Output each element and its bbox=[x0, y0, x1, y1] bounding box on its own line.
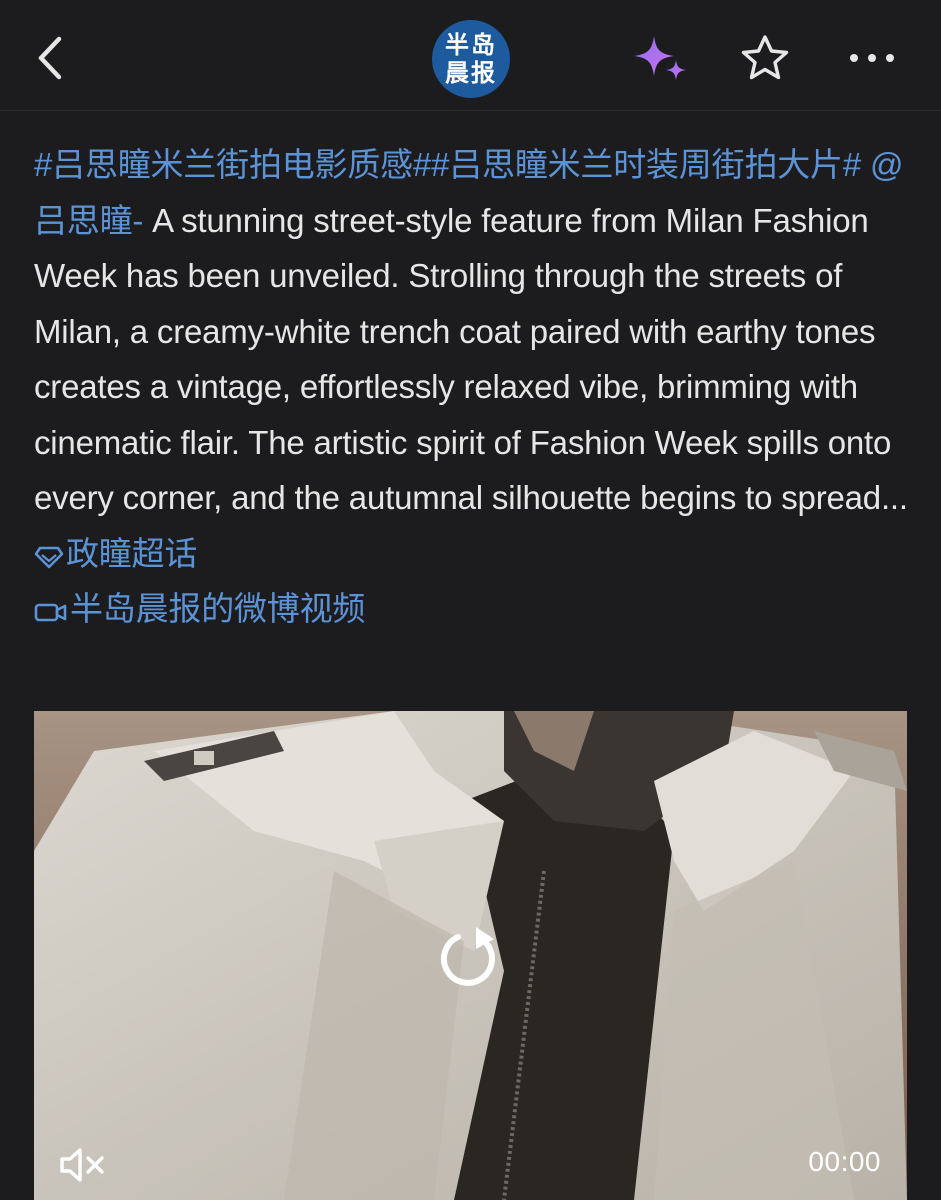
favorite-button[interactable] bbox=[736, 30, 794, 86]
hashtag-link[interactable]: #吕思瞳米兰时装周街拍大片# bbox=[431, 146, 861, 183]
replay-button[interactable] bbox=[434, 919, 506, 995]
super-topic-link[interactable]: 政瞳超话 bbox=[34, 535, 197, 572]
logo-text: 半岛晨报 bbox=[445, 30, 497, 87]
weibo-video-label: 半岛晨报的微博视频 bbox=[70, 590, 366, 627]
weibo-video-link[interactable]: 半岛晨报的微博视频 bbox=[34, 590, 365, 627]
video-player[interactable]: 00:00 bbox=[34, 711, 907, 1200]
super-topic-label: 政瞳超话 bbox=[66, 534, 198, 572]
muted-speaker-icon bbox=[60, 1148, 104, 1182]
hashtag-link[interactable]: #吕思瞳米兰街拍电影质感# bbox=[34, 146, 431, 183]
publisher-logo[interactable]: 半岛晨报 bbox=[432, 20, 510, 98]
more-dots-icon bbox=[850, 54, 894, 62]
video-camera-icon bbox=[34, 603, 67, 622]
replay-icon bbox=[440, 927, 495, 986]
video-timestamp: 00:00 bbox=[808, 1146, 881, 1177]
chevron-left-icon bbox=[38, 36, 62, 80]
star-icon bbox=[741, 35, 789, 80]
mute-button[interactable] bbox=[56, 1143, 108, 1187]
post-content: #吕思瞳米兰街拍电影质感##吕思瞳米兰时装周街拍大片# @吕思瞳- A stun… bbox=[34, 137, 914, 637]
ai-assistant-button[interactable] bbox=[624, 30, 692, 86]
top-navigation-bar: 半岛晨报 bbox=[0, 0, 941, 111]
diamond-icon bbox=[34, 546, 64, 568]
more-options-button[interactable] bbox=[842, 30, 902, 86]
back-button[interactable] bbox=[28, 30, 72, 86]
sparkle-icon bbox=[634, 36, 686, 80]
post-body-text: A stunning street-style feature from Mil… bbox=[34, 201, 908, 517]
